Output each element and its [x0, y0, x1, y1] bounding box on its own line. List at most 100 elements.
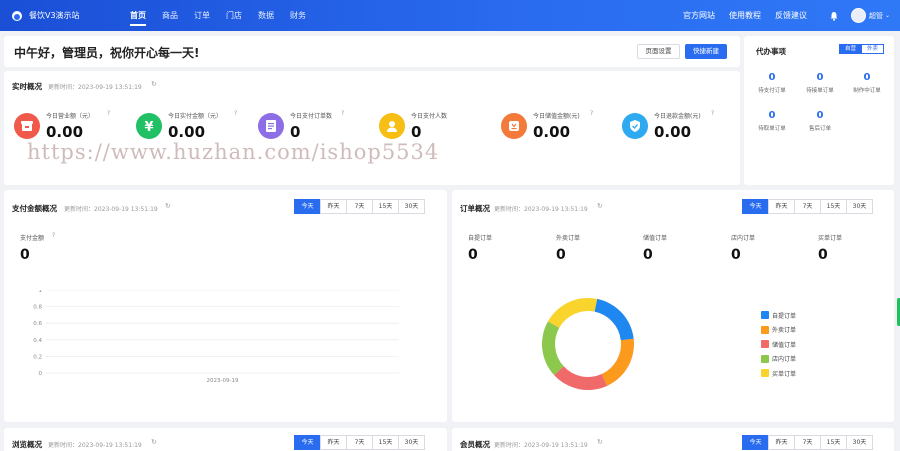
- filter-today[interactable]: 今天: [294, 435, 321, 450]
- legend-swatch: [761, 369, 769, 378]
- help-icon[interactable]: ?: [341, 110, 344, 117]
- help-icon[interactable]: ?: [590, 110, 593, 117]
- order-overview-card: 订单概况 更新时间：2023-09-19 13:51:19 ↻ 今天 昨天 7天…: [452, 190, 894, 422]
- payment-update-time: 更新时间：2023-09-19 13:51:19: [64, 206, 158, 213]
- member-overview-card: 会员概况 更新时间：2023-09-19 13:51:19 ↻ 今天 昨天 7天…: [452, 428, 894, 451]
- help-icon[interactable]: ?: [52, 232, 55, 239]
- todo-item-pending-pickup[interactable]: 0 待取单订单: [752, 110, 792, 132]
- greeting-text: 中午好，管理员，祝你开心每一天!: [14, 46, 200, 60]
- browse-overview-card: 浏览概况 更新时间：2023-09-19 13:51:19 ↻ 今天 昨天 7天…: [4, 428, 447, 451]
- help-icon[interactable]: ?: [234, 110, 237, 117]
- refresh-icon[interactable]: ↻: [597, 438, 603, 446]
- nav-item-finance[interactable]: 财务: [290, 0, 306, 31]
- filter-15-days[interactable]: 15天: [820, 199, 847, 214]
- todo-card: 代办事项 自营 外卖 0 待支付订单 0 待接单订单 0 制作中订单 0 待取单…: [744, 36, 894, 185]
- metric-value: 0.00: [533, 123, 571, 141]
- donut-legend: 自提订单 外卖订单 储值订单 店内订单 买单订单: [761, 308, 796, 381]
- filter-yesterday[interactable]: 昨天: [768, 199, 795, 214]
- toggle-self-operated[interactable]: 自营: [839, 44, 863, 54]
- filter-15-days[interactable]: 15天: [820, 435, 847, 450]
- legend-item[interactable]: 外卖订单: [761, 323, 796, 338]
- legend-item[interactable]: 自提订单: [761, 308, 796, 323]
- refresh-icon[interactable]: ↻: [165, 202, 171, 210]
- filter-7-days[interactable]: 7天: [794, 435, 821, 450]
- order-time-filter: 今天 昨天 7天 15天 30天: [742, 199, 873, 214]
- toggle-takeout[interactable]: 外卖: [861, 44, 885, 54]
- list-icon: [258, 113, 284, 139]
- bell-icon[interactable]: [829, 11, 839, 21]
- user-name: 超管: [868, 11, 883, 20]
- y-tick-label: 0.4: [33, 338, 42, 344]
- tutorial-link[interactable]: 使用教程: [729, 10, 761, 21]
- filter-15-days[interactable]: 15天: [372, 435, 399, 450]
- greeting-card: 中午好，管理员，祝你开心每一天! 页面设置 快捷新建: [4, 36, 740, 67]
- quick-create-button[interactable]: 快捷新建: [685, 44, 727, 59]
- x-tick-label: 2023-09-19: [207, 378, 239, 384]
- todo-item-unpaid[interactable]: 0 待支付订单: [752, 72, 792, 94]
- legend-item[interactable]: 储值订单: [761, 337, 796, 352]
- realtime-overview-card: 实时概况 更新时间：2023-09-19 13:51:19 ↻ 今日营业额（元）…: [4, 71, 740, 185]
- filter-30-days[interactable]: 30天: [398, 435, 425, 450]
- legend-label: 店内订单: [772, 356, 797, 364]
- help-icon[interactable]: ?: [711, 110, 714, 117]
- legend-item[interactable]: 店内订单: [761, 352, 796, 367]
- help-icon[interactable]: ?: [107, 110, 110, 117]
- official-site-link[interactable]: 官方网站: [683, 10, 715, 21]
- feedback-link[interactable]: 反馈建议: [775, 10, 807, 21]
- filter-15-days[interactable]: 15天: [372, 199, 399, 214]
- todo-item-pending-accept[interactable]: 0 待接单订单: [800, 72, 840, 94]
- legend-swatch: [761, 325, 769, 334]
- payment-overview-card: 支付金额概况 更新时间：2023-09-19 13:51:19 ↻ 今天 昨天 …: [4, 190, 447, 422]
- nav-item-goods[interactable]: 商品: [162, 0, 178, 31]
- avatar: [850, 8, 866, 23]
- y-tick-label: 0.6: [33, 321, 42, 327]
- browse-title: 浏览概况: [12, 440, 42, 449]
- legend-item[interactable]: 买单订单: [761, 366, 796, 381]
- nav-item-home[interactable]: 首页: [130, 0, 146, 31]
- refresh-icon[interactable]: ↻: [597, 202, 603, 210]
- realtime-update-time: 更新时间：2023-09-19 13:51:19: [48, 84, 142, 91]
- yuan-icon: ¥: [136, 113, 162, 139]
- filter-7-days[interactable]: 7天: [346, 199, 373, 214]
- order-title: 订单概况: [460, 204, 490, 213]
- filter-yesterday[interactable]: 昨天: [768, 435, 795, 450]
- legend-label: 自提订单: [772, 312, 797, 320]
- refresh-icon[interactable]: ↻: [151, 438, 157, 446]
- app-logo[interactable]: 餐饮V3演示站: [10, 8, 80, 22]
- member-time-filter: 今天 昨天 7天 15天 30天: [742, 435, 873, 450]
- nav-item-data[interactable]: 数据: [258, 0, 274, 31]
- payment-line-chart: 1 0.8 0.6 0.4 0.2 0 2023-09-19: [33, 290, 399, 384]
- nav-item-orders[interactable]: 订单: [194, 0, 210, 31]
- payment-amount-label: 支付金额: [20, 235, 45, 242]
- nav-item-stores[interactable]: 门店: [226, 0, 242, 31]
- filter-30-days[interactable]: 30天: [398, 199, 425, 214]
- legend-swatch: [761, 354, 769, 363]
- filter-30-days[interactable]: 30天: [846, 435, 873, 450]
- metric-value: 0: [290, 123, 301, 141]
- stat-label-checkout: 买单订单: [818, 235, 843, 242]
- filter-30-days[interactable]: 30天: [846, 199, 873, 214]
- filter-yesterday[interactable]: 昨天: [320, 435, 347, 450]
- donut-slice: [601, 338, 634, 386]
- stat-value-stored-value: 0: [643, 247, 653, 263]
- metric-revenue: 今日营业额（元） 0.00 ?: [14, 107, 124, 147]
- metric-refund: 今日退款金额(元) 0.00 ?: [622, 107, 732, 147]
- filter-yesterday[interactable]: 昨天: [320, 199, 347, 214]
- metric-label: 今日储值金额(元): [533, 113, 580, 120]
- filter-today[interactable]: 今天: [742, 199, 769, 214]
- metric-paid-orders: 今日支付订单数 0 ?: [258, 107, 368, 147]
- page-settings-button[interactable]: 页面设置: [637, 44, 680, 59]
- todo-item-in-progress[interactable]: 0 制作中订单: [847, 72, 887, 94]
- filter-7-days[interactable]: 7天: [346, 435, 373, 450]
- filter-today[interactable]: 今天: [294, 199, 321, 214]
- chevron-down-icon: ⌄: [884, 12, 890, 19]
- y-tick-label: 0.8: [33, 305, 42, 311]
- refresh-icon[interactable]: ↻: [151, 80, 157, 88]
- todo-item-after-sales[interactable]: 0 售后订单: [800, 110, 840, 132]
- filter-today[interactable]: 今天: [742, 435, 769, 450]
- filter-7-days[interactable]: 7天: [794, 199, 821, 214]
- stat-value-pickup: 0: [468, 247, 478, 263]
- user-menu[interactable]: 超管 ⌄: [850, 8, 890, 23]
- metric-value: 0: [411, 123, 422, 141]
- store-icon: [14, 113, 40, 139]
